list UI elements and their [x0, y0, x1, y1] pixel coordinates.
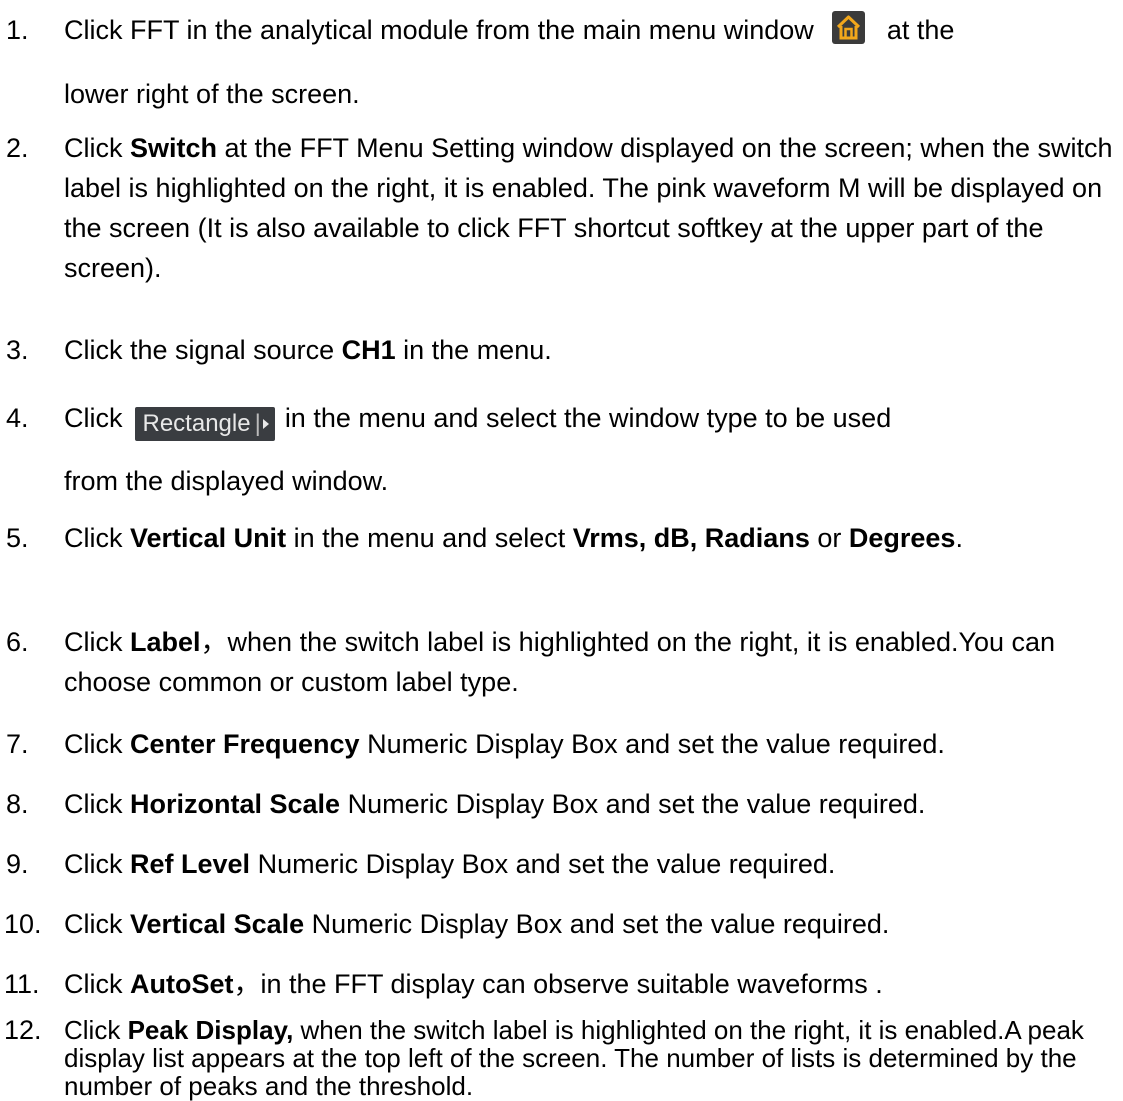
step-text-part: Click — [64, 1015, 128, 1045]
step-text-part: in the menu. — [395, 335, 552, 365]
step-text: Click Switch at the FFT Menu Setting win… — [64, 128, 1116, 288]
step-text-part: Numeric Display Box and set the value re… — [340, 789, 926, 819]
step-text-part: Click the signal source — [64, 335, 342, 365]
step-text-line: from the displayed window. — [64, 466, 389, 496]
step-text: Click Vertical Scale Numeric Display Box… — [64, 904, 1116, 944]
step-text-part: Click — [64, 523, 130, 553]
step-text-part: Numeric Display Box and set the value re… — [250, 849, 836, 879]
step-text-part: Click — [64, 969, 130, 999]
step-text: Click Rectangle | in the menu and select th… — [64, 396, 1116, 503]
step-text: Click Vertical Unit in the menu and sele… — [64, 518, 1116, 558]
step-bold: AutoSet — [130, 969, 234, 999]
step-text-part: ，in the FFT display can observe suitable… — [233, 969, 883, 999]
step-bold: Vrms, dB, Radians — [572, 523, 810, 553]
step-text: Click AutoSet，in the FFT display can obs… — [64, 964, 1116, 1004]
step-bold: CH1 — [341, 335, 396, 365]
step-number: 9. — [6, 849, 29, 879]
step-number: 1. — [6, 15, 29, 45]
step-text: Click Horizontal Scale Numeric Display B… — [64, 784, 1116, 824]
step-bold: Degrees — [848, 523, 956, 553]
step-number: 5. — [6, 523, 29, 553]
step-number: 3. — [6, 335, 29, 365]
step-number: 2. — [6, 133, 29, 163]
step-text-part: Numeric Display Box and set the value re… — [304, 909, 890, 939]
rectangle-button[interactable]: Rectangle | — [134, 407, 275, 441]
step-text-part: Click — [64, 729, 130, 759]
step-text-part: Click — [64, 909, 130, 939]
step-bold: Ref Level — [130, 849, 251, 879]
step-bold: Horizontal Scale — [130, 789, 341, 819]
step-number: 10. — [4, 909, 42, 939]
step-text-part: Click — [64, 789, 130, 819]
step-bold: Switch — [130, 133, 218, 163]
step-number: 8. — [6, 789, 29, 819]
step-bold: Center Frequency — [130, 729, 360, 759]
arrow-right-icon — [262, 419, 269, 429]
step-text: Click FFT in the analytical module from … — [64, 8, 1116, 116]
step-text-line: lower right of the screen. — [64, 79, 360, 109]
step-text-part: Click FFT in the analytical module from … — [64, 15, 814, 45]
step-text-part: . — [955, 523, 963, 553]
step-text-part: at the FFT Menu Setting window displayed… — [64, 133, 1113, 283]
step-number: 6. — [6, 627, 29, 657]
step-number: 11. — [4, 969, 40, 999]
step-text-part: ，when the switch label is highlighted on… — [64, 627, 1056, 697]
step-text: Click Label，when the switch label is hig… — [64, 622, 1116, 702]
step-text-part: Click — [64, 133, 130, 163]
step-number: 12. — [4, 1015, 42, 1045]
step-text: Click Center Frequency Numeric Display B… — [64, 724, 1116, 764]
step-number: 7. — [6, 729, 29, 759]
step-text-part: Click — [64, 403, 123, 433]
step-bold: Vertical Scale — [130, 909, 305, 939]
step-text-part: Click — [64, 627, 130, 657]
step-text: Click Peak Display, when the switch labe… — [64, 1016, 1116, 1100]
home-icon — [831, 11, 865, 44]
step-bold: Peak Display, — [127, 1015, 294, 1045]
step-text-part: Click — [64, 849, 130, 879]
step-text-part: at the — [886, 15, 955, 45]
rectangle-button-label: Rectangle — [142, 410, 251, 437]
step-number: 4. — [6, 403, 29, 433]
step-text-part: in the menu and select — [286, 523, 573, 553]
step-text: Click the signal source CH1 in the menu. — [64, 330, 1116, 370]
step-bold: Label — [130, 627, 201, 657]
separator-icon: | — [254, 410, 261, 437]
step-bold: Vertical Unit — [130, 523, 287, 553]
step-text-part: in the menu and select the window type t… — [284, 403, 892, 433]
step-text: Click Ref Level Numeric Display Box and … — [64, 844, 1116, 884]
step-text-part: Numeric Display Box and set the value re… — [359, 729, 945, 759]
step-text-part: or — [809, 523, 849, 553]
